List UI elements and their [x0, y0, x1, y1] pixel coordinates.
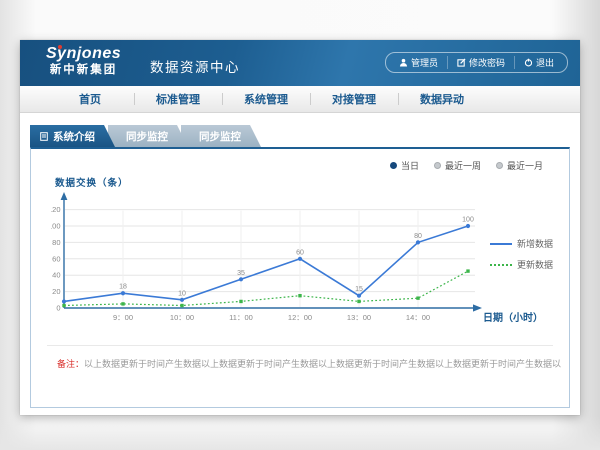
- tab-bar: 系统介绍 同步监控 同步监控: [30, 125, 261, 147]
- tab-sync-monitor-1[interactable]: 同步监控: [108, 125, 188, 147]
- data-point: [62, 304, 65, 307]
- data-point-label: 15: [355, 286, 363, 293]
- document-icon: [40, 132, 48, 141]
- data-point-label: 10: [178, 290, 186, 297]
- line-chart: 0 20 40 60 80 100 120 9：00 10：00 11：00 12：00 13：00 1…: [51, 189, 491, 334]
- nav-item-system-mgmt[interactable]: 系统管理: [222, 91, 310, 107]
- data-point-label: 60: [296, 249, 304, 256]
- nav-item-home[interactable]: 首页: [46, 91, 134, 107]
- data-point-label: 80: [414, 233, 422, 240]
- radio-last-week-label: 最近一周: [445, 159, 481, 172]
- data-point: [121, 291, 125, 295]
- time-range-radio-group: 当日 最近一周 最近一月: [390, 159, 543, 172]
- radio-selected-icon: [390, 162, 397, 169]
- logo: Synjones 新中新集团: [46, 45, 121, 76]
- x-tick-label: 12：00: [288, 313, 312, 322]
- tab-system-intro[interactable]: 系统介绍: [30, 125, 115, 147]
- data-point: [466, 224, 470, 228]
- user-menu-change-password[interactable]: 修改密码: [447, 56, 514, 69]
- content-panel: 当日 最近一周 最近一月 数据交换（条） 0 20 40 60 80 100 120 9：00…: [30, 147, 570, 408]
- logo-brand: Synjones: [46, 45, 121, 63]
- y-tick-label: 80: [52, 238, 60, 247]
- app-window: Synjones 新中新集团 数据资源中心 管理员 修改密码: [20, 40, 580, 415]
- user-menu-admin[interactable]: 管理员: [390, 56, 447, 69]
- footer-note-label: 备注：: [57, 359, 84, 369]
- y-tick-label: 120: [51, 205, 61, 214]
- tab-sync-monitor-2-label: 同步监控: [199, 129, 241, 144]
- data-point: [121, 302, 124, 305]
- radio-unselected-icon: [496, 162, 503, 169]
- data-point: [62, 299, 66, 303]
- nav-item-interface-mgmt[interactable]: 对接管理: [310, 91, 398, 107]
- app-header: Synjones 新中新集团 数据资源中心 管理员 修改密码: [20, 40, 580, 86]
- nav-item-standard-mgmt[interactable]: 标准管理: [134, 91, 222, 107]
- power-icon: [524, 58, 533, 67]
- user-menu: 管理员 修改密码 退出: [385, 52, 568, 73]
- x-tick-label: 13：00: [347, 313, 371, 322]
- user-menu-admin-label: 管理员: [411, 56, 438, 69]
- footer-note: 备注：以上数据更新于时间产生数据以上数据更新于时间产生数据以上数据更新于时间产生…: [57, 357, 561, 370]
- radio-unselected-icon: [434, 162, 441, 169]
- nav-item-data-change[interactable]: 数据异动: [398, 91, 486, 107]
- radio-last-month[interactable]: 最近一月: [496, 159, 543, 172]
- data-point: [357, 294, 361, 298]
- user-menu-logout-label: 退出: [536, 56, 554, 69]
- page-title: 数据资源中心: [150, 56, 240, 76]
- y-tick-label: 60: [52, 254, 60, 263]
- legend-item-updated-data[interactable]: 更新数据: [490, 258, 553, 271]
- legend-item-new-data[interactable]: 新增数据: [490, 237, 553, 250]
- x-axis-arrow-icon: [473, 304, 482, 311]
- tab-sync-monitor-1-label: 同步监控: [126, 129, 168, 144]
- data-point: [357, 300, 360, 303]
- data-point-label: 100: [462, 217, 474, 224]
- radio-today[interactable]: 当日: [390, 159, 419, 172]
- data-point: [298, 294, 301, 297]
- y-tick-label: 0: [56, 304, 60, 313]
- chart-legend: 新增数据 更新数据: [490, 237, 553, 271]
- logo-company: 新中新集团: [46, 64, 121, 77]
- data-point: [466, 269, 469, 272]
- user-icon: [399, 58, 408, 67]
- y-tick-label: 40: [52, 271, 60, 280]
- y-tick-label: 100: [51, 222, 61, 231]
- x-tick-label: 9：00: [113, 313, 133, 322]
- footer-note-text: 以上数据更新于时间产生数据以上数据更新于时间产生数据以上数据更新于时间产生数据以…: [84, 359, 561, 369]
- data-point-label: 35: [237, 270, 245, 277]
- data-point: [180, 304, 183, 307]
- x-tick-label: 10：00: [170, 313, 194, 322]
- radio-today-label: 当日: [401, 159, 419, 172]
- legend-updated-data-label: 更新数据: [517, 258, 553, 271]
- user-menu-change-password-label: 修改密码: [469, 56, 505, 69]
- solid-line-icon: [490, 243, 512, 245]
- data-point: [180, 298, 184, 302]
- y-tick-label: 20: [52, 287, 60, 296]
- data-point: [239, 300, 242, 303]
- y-axis-title: 数据交换（条）: [55, 175, 129, 189]
- x-tick-label: 14：00: [406, 313, 430, 322]
- data-point: [416, 296, 419, 299]
- y-axis-arrow-icon: [61, 192, 68, 200]
- data-point: [298, 257, 302, 261]
- divider: [47, 345, 553, 346]
- edit-icon: [457, 58, 466, 67]
- radio-last-week[interactable]: 最近一周: [434, 159, 481, 172]
- x-tick-label: 11：00: [229, 313, 253, 322]
- radio-last-month-label: 最近一月: [507, 159, 543, 172]
- dotted-line-icon: [490, 264, 512, 266]
- tab-sync-monitor-2[interactable]: 同步监控: [181, 125, 261, 147]
- main-nav: 首页 标准管理 系统管理 对接管理 数据异动: [20, 86, 580, 113]
- data-point-label: 18: [119, 284, 127, 291]
- data-point: [416, 240, 420, 244]
- x-axis-title: 日期（小时）: [483, 309, 543, 324]
- user-menu-logout[interactable]: 退出: [514, 56, 563, 69]
- legend-new-data-label: 新增数据: [517, 237, 553, 250]
- logo-red-dot-icon: [58, 45, 62, 49]
- tab-system-intro-label: 系统介绍: [53, 129, 95, 144]
- data-point: [239, 277, 243, 281]
